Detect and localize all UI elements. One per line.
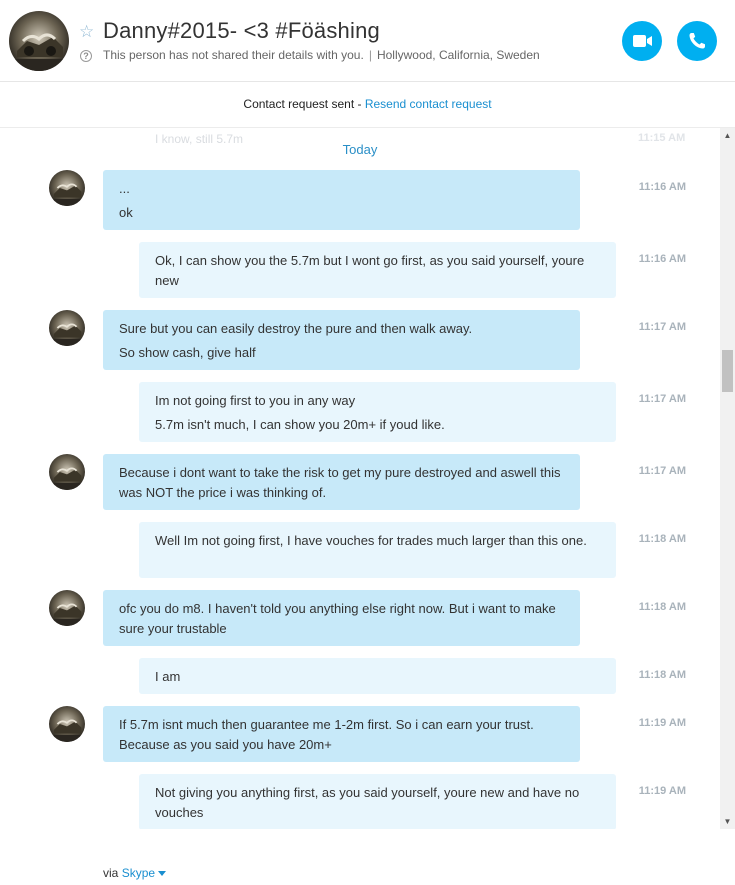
message-text: I am: [155, 669, 181, 684]
message-timestamp: 11:19 AM: [638, 785, 686, 797]
platform-selector[interactable]: Skype: [121, 866, 167, 880]
sender-avatar[interactable]: [49, 590, 85, 626]
message-bubble-incoming[interactable]: ... ok: [103, 170, 580, 230]
details-location: Hollywood, California, Sweden: [376, 48, 540, 62]
message-bubble-outgoing[interactable]: I am: [139, 658, 616, 694]
scroll-up-arrow-icon[interactable]: ▲: [720, 128, 735, 143]
message-text: Because i dont want to take the risk to …: [119, 465, 561, 500]
conversation-header: ☆ Danny#2015- <3 #Föäshing ? This person…: [0, 0, 735, 82]
message-text: 5.7m isn't much, I can show you 20m+ if …: [155, 417, 445, 432]
via-label: via: [103, 866, 119, 880]
message-timestamp: 11:18 AM: [638, 533, 686, 545]
contact-name: Danny#2015- <3 #Föäshing: [103, 18, 380, 43]
contact-avatar[interactable]: [9, 11, 69, 71]
contact-request-status: Contact request sent -: [243, 97, 365, 111]
message-text: Im not going first to you in any way: [155, 393, 356, 408]
message-bubble-incoming[interactable]: ofc you do m8. I haven't told you anythi…: [103, 590, 580, 646]
contact-details: This person has not shared their details…: [103, 48, 540, 62]
message-timestamp: 11:16 AM: [638, 253, 686, 265]
message-bubble-incoming[interactable]: Because i dont want to take the risk to …: [103, 454, 580, 510]
message-bubble-outgoing[interactable]: Ok, I can show you the 5.7m but I wont g…: [139, 242, 616, 298]
message-timestamp: 11:17 AM: [638, 465, 686, 477]
details-separator: |: [368, 48, 372, 62]
details-status: This person has not shared their details…: [103, 48, 364, 62]
message-text: ofc you do m8. I haven't told you anythi…: [119, 601, 556, 636]
video-camera-icon: [633, 35, 652, 47]
message-timestamp: 11:16 AM: [638, 181, 686, 193]
audio-call-button[interactable]: [677, 21, 717, 61]
message-timestamp: 11:19 AM: [638, 717, 686, 729]
contact-request-banner: Contact request sent - Resend contact re…: [0, 82, 735, 128]
message-text: Sure but you can easily destroy the pure…: [119, 321, 473, 336]
phone-icon: [689, 33, 705, 49]
message-text: ok: [119, 205, 133, 220]
message-text: Not giving you anything first, as you sa…: [155, 785, 580, 820]
message-text: So show cash, give half: [119, 345, 256, 360]
message-timestamp: 11:17 AM: [638, 393, 686, 405]
sender-avatar[interactable]: [49, 454, 85, 490]
chevron-down-icon: [158, 871, 167, 877]
message-bubble-outgoing[interactable]: Not giving you anything first, as you sa…: [139, 774, 616, 829]
message-bubble-incoming[interactable]: Sure but you can easily destroy the pure…: [103, 310, 580, 370]
platform-label: Skype: [121, 866, 156, 880]
message-timestamp: 11:18 AM: [638, 601, 686, 613]
sender-avatar[interactable]: [49, 170, 85, 206]
scrollbar-thumb[interactable]: [722, 350, 733, 392]
info-icon: ?: [80, 50, 92, 62]
message-timestamp: 11:17 AM: [638, 321, 686, 333]
message-bubble-incoming[interactable]: If 5.7m isnt much then guarantee me 1-2m…: [103, 706, 580, 762]
video-call-button[interactable]: [622, 21, 662, 61]
message-bubble-outgoing[interactable]: Well Im not going first, I have vouches …: [139, 522, 616, 578]
message-text: Well Im not going first, I have vouches …: [155, 533, 587, 548]
message-text: Ok, I can show you the 5.7m but I wont g…: [155, 253, 585, 288]
sender-avatar[interactable]: [49, 706, 85, 742]
message-list[interactable]: I know, still 5.7m 11:15 AM Today ... ok…: [0, 128, 720, 829]
scroll-down-arrow-icon[interactable]: ▼: [720, 814, 735, 829]
message-input-footer: via Skype: [103, 866, 167, 880]
resend-contact-request-link[interactable]: Resend contact request: [365, 97, 492, 111]
chat-scrollbar[interactable]: ▲ ▼: [720, 128, 735, 829]
sender-avatar[interactable]: [49, 310, 85, 346]
message-text: ...: [119, 181, 130, 196]
message-text: If 5.7m isnt much then guarantee me 1-2m…: [119, 717, 534, 752]
message-timestamp: 11:18 AM: [638, 669, 686, 681]
favorite-star-icon[interactable]: ☆: [79, 22, 94, 42]
message-bubble-outgoing[interactable]: Im not going first to you in any way 5.7…: [139, 382, 616, 442]
day-divider-label: Today: [342, 142, 378, 157]
